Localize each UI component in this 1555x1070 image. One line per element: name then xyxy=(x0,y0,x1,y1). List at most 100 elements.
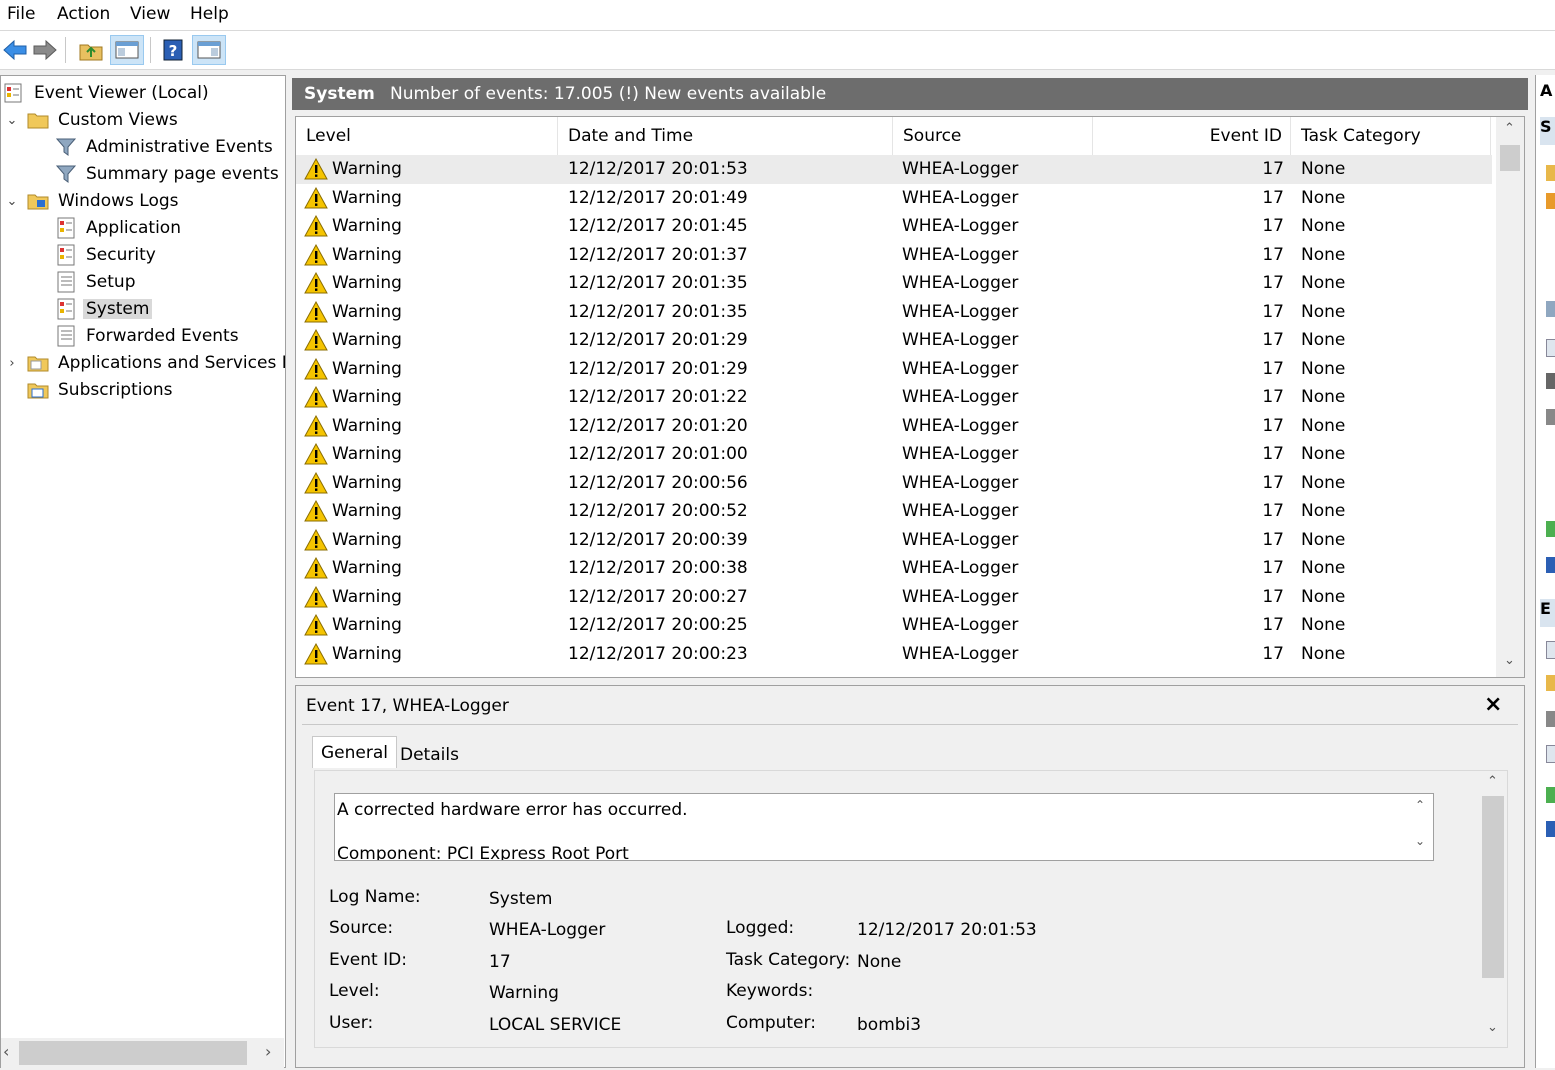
scroll-down-icon[interactable]: ⌄ xyxy=(1415,834,1425,848)
filter-icon xyxy=(55,138,77,156)
column-header-source[interactable]: Source xyxy=(893,117,1093,155)
tree-item-applications-and-services-logs[interactable]: Applications and Services Log xyxy=(27,350,285,376)
events-vertical-scrollbar[interactable]: ⌃ ⌄ xyxy=(1496,117,1524,677)
tab-details[interactable]: Details xyxy=(392,739,467,771)
cell-event-id: 17 xyxy=(1262,301,1284,322)
create-view-icon[interactable] xyxy=(1546,193,1555,209)
table-row[interactable]: Warning 12/12/2017 20:01:00 WHEA-Logger 17 N… xyxy=(296,440,1492,469)
properties-icon[interactable] xyxy=(1546,339,1555,357)
cell-event-id: 17 xyxy=(1262,387,1284,407)
up-folder-icon[interactable] xyxy=(76,35,106,65)
folder-icon xyxy=(27,356,49,372)
chevron-down-icon[interactable]: ⌄ xyxy=(5,188,19,214)
table-row[interactable]: Warning 12/12/2017 20:01:53 WHEA-Logger 17 N… xyxy=(296,155,1492,184)
save-icon[interactable] xyxy=(1546,711,1555,727)
forward-arrow-icon[interactable] xyxy=(30,35,60,65)
table-row[interactable]: Warning 12/12/2017 20:00:52 WHEA-Logger 17 N… xyxy=(296,497,1492,526)
detail-vertical-scrollbar[interactable]: ⌃ ⌄ xyxy=(1480,772,1506,1040)
scrollbar-thumb[interactable] xyxy=(1482,796,1504,978)
open-log-icon[interactable] xyxy=(1546,165,1555,181)
copy-icon[interactable] xyxy=(1546,745,1555,763)
warning-icon xyxy=(304,329,328,351)
cell-date-time: 12/12/2017 20:00:52 xyxy=(568,501,748,521)
tree-item-windows-logs[interactable]: Windows Logs xyxy=(27,188,182,214)
table-row[interactable]: Warning 12/12/2017 20:01:22 WHEA-Logger 17 N… xyxy=(296,383,1492,412)
show-hide-action-pane-icon[interactable] xyxy=(192,35,226,65)
label-event-id: Event ID: xyxy=(329,950,407,970)
scroll-up-icon[interactable]: ⌃ xyxy=(1487,774,1498,789)
tree-item-application[interactable]: Application xyxy=(55,215,184,241)
warning-icon xyxy=(304,614,328,636)
tree-item-forwarded-events[interactable]: Forwarded Events xyxy=(55,323,242,349)
filter-icon xyxy=(55,165,77,183)
scroll-right-icon[interactable]: › xyxy=(265,1042,271,1061)
filter-icon[interactable] xyxy=(1546,301,1555,317)
scroll-down-icon[interactable]: ⌄ xyxy=(1504,653,1515,668)
tree-item-label: Windows Logs xyxy=(58,191,179,211)
table-row[interactable]: Warning 12/12/2017 20:00:23 WHEA-Logger 17 N… xyxy=(296,640,1492,669)
cell-task-category: None xyxy=(1301,159,1346,179)
table-row[interactable]: Warning 12/12/2017 20:01:29 WHEA-Logger 17 N… xyxy=(296,326,1492,355)
menu-help[interactable]: Help xyxy=(190,4,229,24)
help-icon[interactable] xyxy=(1546,821,1555,837)
scroll-down-icon[interactable]: ⌄ xyxy=(1487,1020,1498,1035)
table-row[interactable]: Warning 12/12/2017 20:01:35 WHEA-Logger 17 N… xyxy=(296,298,1492,327)
table-row[interactable]: Warning 12/12/2017 20:01:49 WHEA-Logger 17 N… xyxy=(296,184,1492,213)
event-description-box[interactable]: A corrected hardware error has occurred.… xyxy=(334,793,1434,861)
column-header-date-and-time[interactable]: Date and Time xyxy=(558,117,893,155)
cell-source: WHEA-Logger xyxy=(902,301,1019,322)
table-row[interactable]: Warning 12/12/2017 20:00:56 WHEA-Logger 17 N… xyxy=(296,469,1492,498)
table-row[interactable]: Warning 12/12/2017 20:00:38 WHEA-Logger 17 N… xyxy=(296,554,1492,583)
attach-task-icon[interactable] xyxy=(1546,675,1555,691)
scrollbar-thumb[interactable] xyxy=(19,1041,247,1065)
tree-item-setup[interactable]: Setup xyxy=(55,269,138,295)
tree-item-label: Security xyxy=(86,245,156,265)
scrollbar-thumb[interactable] xyxy=(1500,145,1520,171)
scroll-up-icon[interactable]: ⌃ xyxy=(1415,798,1425,812)
tree-item-administrative-events[interactable]: Administrative Events xyxy=(55,134,276,160)
actions-section-header[interactable]: E xyxy=(1540,599,1555,627)
table-row[interactable]: Warning 12/12/2017 20:00:25 WHEA-Logger 17 N… xyxy=(296,611,1492,640)
tree-item-event-viewer-local[interactable]: Event Viewer (Local) xyxy=(3,80,212,106)
event-properties-icon[interactable] xyxy=(1546,641,1555,659)
table-row[interactable]: Warning 12/12/2017 20:01:20 WHEA-Logger 17 N… xyxy=(296,412,1492,441)
chevron-right-icon[interactable]: › xyxy=(5,350,19,376)
refresh-icon[interactable] xyxy=(1546,787,1555,803)
help-icon[interactable] xyxy=(1546,557,1555,573)
cell-task-category: None xyxy=(1301,187,1346,208)
table-row[interactable]: Warning 12/12/2017 20:01:45 WHEA-Logger 17 N… xyxy=(296,212,1492,241)
cell-event-id: 17 xyxy=(1262,444,1284,464)
tree-item-custom-views[interactable]: Custom Views xyxy=(27,107,181,133)
find-icon[interactable] xyxy=(1546,373,1555,389)
scroll-up-icon[interactable]: ⌃ xyxy=(1504,121,1515,136)
column-header-task-category[interactable]: Task Category xyxy=(1291,117,1491,155)
table-row[interactable]: Warning 12/12/2017 20:01:35 WHEA-Logger 17 N… xyxy=(296,269,1492,298)
chevron-down-icon[interactable]: ⌄ xyxy=(5,107,19,133)
actions-header[interactable]: A xyxy=(1540,81,1555,109)
table-row[interactable]: Warning 12/12/2017 20:01:29 WHEA-Logger 17 N… xyxy=(296,355,1492,384)
tree-item-summary-page-events[interactable]: Summary page events xyxy=(55,161,282,187)
scroll-left-icon[interactable]: ‹ xyxy=(3,1042,9,1061)
tree-item-system[interactable]: System xyxy=(55,296,153,322)
help-icon[interactable]: ? xyxy=(158,35,188,65)
tree-item-subscriptions[interactable]: Subscriptions xyxy=(27,377,175,403)
table-row[interactable]: Warning 12/12/2017 20:01:37 WHEA-Logger 17 N… xyxy=(296,241,1492,270)
menu-view[interactable]: View xyxy=(130,4,170,24)
cell-task-category: None xyxy=(1301,501,1346,521)
menu-action[interactable]: Action xyxy=(57,4,110,24)
column-header-level[interactable]: Level xyxy=(296,117,558,155)
back-arrow-icon[interactable] xyxy=(0,35,30,65)
table-row[interactable]: Warning 12/12/2017 20:00:39 WHEA-Logger 17 N… xyxy=(296,526,1492,555)
refresh-icon[interactable] xyxy=(1546,521,1555,537)
tab-general[interactable]: General xyxy=(312,736,397,768)
save-icon[interactable] xyxy=(1546,409,1555,425)
tree-item-label: System xyxy=(83,299,153,319)
actions-section-header[interactable]: S xyxy=(1540,117,1555,145)
tree-horizontal-scrollbar[interactable]: ‹ › xyxy=(1,1038,284,1068)
close-icon[interactable]: × xyxy=(1484,692,1502,717)
tree-item-security[interactable]: Security xyxy=(55,242,159,268)
show-hide-console-tree-icon[interactable] xyxy=(110,35,144,65)
table-row[interactable]: Warning 12/12/2017 20:00:27 WHEA-Logger 17 N… xyxy=(296,583,1492,612)
column-header-event-id[interactable]: Event ID xyxy=(1093,117,1291,155)
menu-file[interactable]: File xyxy=(7,4,35,24)
